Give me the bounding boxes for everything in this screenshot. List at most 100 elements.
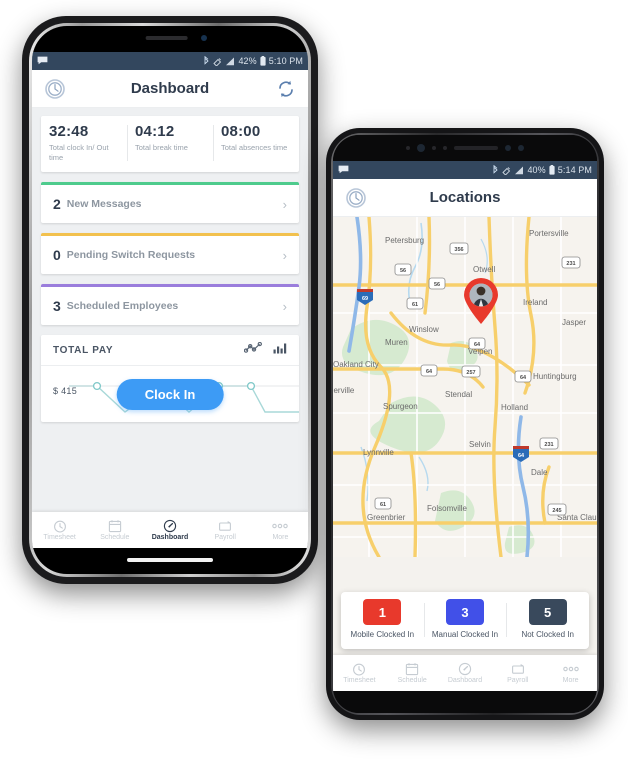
bottom-nav-left: Timesheet Schedule Dashboard Payroll Mor… [32, 512, 308, 548]
sensor-dot-icon [406, 146, 410, 150]
map-label: Dale [531, 468, 548, 477]
phone-left-display: 42% 5:10 PM Dashboard 32:48 Total clock … [32, 26, 308, 574]
route-shield: 61 [374, 497, 392, 510]
map-label: Muren [385, 338, 408, 347]
chevron-right-icon: › [282, 196, 287, 212]
row-scheduled-employees[interactable]: 3 Scheduled Employees › [41, 284, 299, 326]
bluetooth-icon [492, 165, 499, 175]
status-card-mobile-clocked-in[interactable]: 1 Mobile Clocked In [341, 599, 424, 641]
map-label: Portersville [529, 229, 569, 238]
bluetooth-icon [203, 56, 210, 66]
status-card-manual-clocked-in[interactable]: 3 Manual Clocked In [423, 599, 507, 641]
nav-item-dashboard[interactable]: Dashboard [142, 519, 197, 541]
nav-label: More [272, 534, 289, 541]
refresh-icon[interactable] [276, 79, 296, 99]
stat-value: 08:00 [221, 123, 261, 140]
wallet-icon [511, 664, 524, 674]
phone-right-display: 40% 5:14 PM Locations Petersburg Porters… [333, 135, 597, 713]
nav-label: Dashboard [151, 534, 189, 541]
map-label: Winslow [409, 325, 439, 334]
row-label: Scheduled Employees [66, 300, 179, 313]
map-label: Stendal [445, 390, 472, 399]
employee-map-pin[interactable] [462, 277, 500, 325]
nav-item-more[interactable]: More [253, 519, 308, 541]
nav-item-dashboard[interactable]: Dashboard [439, 662, 492, 684]
status-bar-right: 40% 5:14 PM [333, 161, 597, 179]
phone-right-sensor-strip [333, 135, 597, 161]
bottom-nav-right: Timesheet Schedule Dashboard Payroll Mor… [333, 655, 597, 691]
stat-value: 04:12 [135, 123, 175, 140]
battery-icon [260, 56, 266, 66]
row-pending-switch-requests[interactable]: 0 Pending Switch Requests › [41, 233, 299, 275]
route-shield: 245 [547, 503, 567, 516]
nav-label: Dashboard [447, 677, 483, 684]
gauge-icon [458, 662, 472, 676]
nav-item-payroll[interactable]: Payroll [198, 519, 253, 541]
chat-bubble-icon [338, 165, 349, 176]
row-count: 0 [53, 247, 61, 264]
status-card-label: Mobile Clocked In [350, 630, 415, 640]
nav-label: Timesheet [43, 534, 76, 541]
vibrate-icon [502, 166, 511, 175]
front-camera-icon [201, 35, 207, 41]
svg-text:56: 56 [434, 282, 440, 288]
map-label: Holland [501, 403, 528, 412]
nav-item-timesheet[interactable]: Timesheet [333, 662, 386, 684]
battery-percent-label: 40% [527, 165, 546, 175]
row-label: Pending Switch Requests [66, 249, 196, 262]
clock-logo-icon[interactable] [44, 78, 66, 100]
svg-text:56: 56 [400, 268, 406, 274]
route-shield: 231 [539, 437, 559, 450]
clock-logo-icon[interactable] [345, 187, 367, 209]
calendar-icon [406, 663, 419, 676]
home-indicator[interactable] [127, 558, 213, 562]
total-pay-header: TOTAL PAY [41, 335, 299, 367]
nav-label: Payroll [214, 534, 236, 541]
status-badge: 3 [446, 599, 484, 626]
locations-map[interactable]: Petersburg Portersville Otwell Ireland J… [333, 217, 597, 691]
svg-text:64: 64 [520, 375, 527, 381]
map-label: Greenbrier [367, 513, 406, 522]
map-label: Lynnville [363, 448, 394, 457]
route-shield: 64 [468, 337, 486, 350]
nav-item-more[interactable]: More [544, 662, 597, 684]
stat-label: Total absences time [221, 143, 288, 152]
svg-text:69: 69 [362, 296, 368, 302]
row-new-messages[interactable]: 2 New Messages › [41, 182, 299, 224]
page-title: Dashboard [130, 80, 210, 97]
clock-time-label: 5:10 PM [268, 56, 303, 66]
map-canvas: Petersburg Portersville Otwell Ireland J… [333, 217, 597, 557]
battery-percent-label: 42% [238, 56, 257, 66]
line-chart-icon[interactable] [243, 341, 262, 359]
nav-label: Payroll [507, 677, 529, 684]
status-indicators-left: 42% 5:10 PM [203, 56, 303, 66]
route-shield: 64 [420, 364, 438, 377]
front-camera-icon [417, 144, 425, 152]
nav-item-timesheet[interactable]: Timesheet [32, 519, 87, 541]
stat-value: 32:48 [49, 123, 89, 140]
status-card-label: Manual Clocked In [431, 630, 499, 640]
stopwatch-icon [53, 520, 66, 533]
locations-screen: 40% 5:14 PM Locations Petersburg Porters… [333, 161, 597, 691]
nav-item-payroll[interactable]: Payroll [491, 662, 544, 684]
stat-label: Total break time [135, 143, 188, 152]
gauge-icon [163, 519, 177, 533]
svg-text:61: 61 [380, 502, 386, 508]
clock-status-summary: 1 Mobile Clocked In 3 Manual Clocked In … [341, 592, 589, 649]
clock-in-button[interactable]: Clock In [116, 379, 224, 411]
sensor-dot-icon [432, 146, 436, 150]
map-label: Folsomville [427, 504, 468, 513]
proximity-sensor-icon [518, 145, 524, 151]
bar-chart-icon[interactable] [273, 341, 287, 359]
route-shield: 257 [461, 365, 481, 378]
route-shield: 356 [449, 242, 469, 255]
status-card-not-clocked-in[interactable]: 5 Not Clocked In [506, 599, 589, 641]
sensor-dot-icon [443, 146, 447, 150]
phone-device-right: 40% 5:14 PM Locations Petersburg Porters… [326, 128, 604, 720]
route-shield: 231 [561, 256, 581, 269]
route-shield: 56 [394, 263, 412, 276]
vibrate-icon [213, 57, 222, 66]
calendar-icon [108, 520, 121, 533]
nav-item-schedule[interactable]: Schedule [87, 519, 142, 541]
nav-item-schedule[interactable]: Schedule [386, 662, 439, 684]
